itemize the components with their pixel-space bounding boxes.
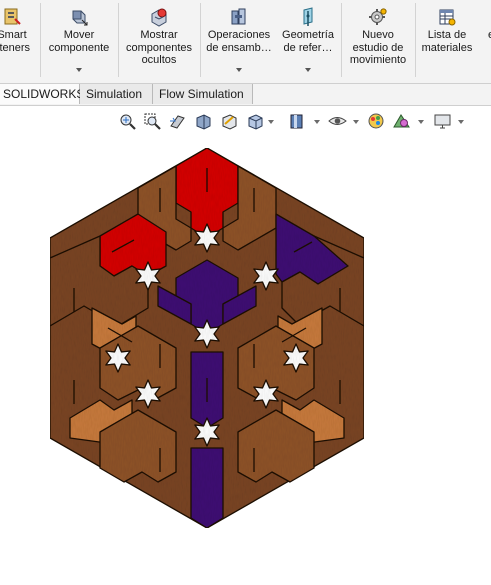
previous-view-icon[interactable] — [168, 112, 187, 131]
reference-geometry-button[interactable]: Geometría de refer… — [276, 0, 340, 80]
command-manager-tabs: SOLIDWORKS Simulation Flow Simulation — [0, 84, 491, 106]
command-manager-ribbon: Smart steners Mover componente Mostrar c… — [0, 0, 491, 84]
section-view-icon[interactable] — [194, 112, 213, 131]
move-component-label: Mover componente — [48, 29, 110, 54]
heads-up-view-toolbar — [0, 110, 491, 134]
ribbon-separator — [40, 3, 41, 77]
chevron-down-icon[interactable] — [268, 120, 274, 124]
bill-of-materials-label: Lista de materiales — [421, 29, 473, 54]
chevron-down-icon[interactable] — [305, 68, 311, 72]
chevron-down-icon[interactable] — [76, 68, 82, 72]
assembly-features-button[interactable]: Operaciones de ensamb… — [202, 0, 276, 80]
graphics-area[interactable] — [0, 136, 491, 585]
reference-geometry-icon — [303, 7, 313, 26]
chevron-down-icon[interactable] — [236, 68, 242, 72]
smart-fasteners-label: Smart steners — [0, 29, 31, 54]
zoom-to-area-icon[interactable] — [143, 112, 162, 131]
dynamic-annotation-icon[interactable] — [220, 112, 239, 131]
hide-show-items-icon[interactable] — [328, 112, 347, 131]
new-motion-study-label: Nuevo estudio de movimiento — [349, 29, 407, 66]
new-motion-study-button[interactable]: Nuevo estudio de movimiento — [343, 0, 413, 80]
display-style-icon[interactable] — [287, 112, 306, 131]
assembly-features-label: Operaciones de ensamb… — [206, 29, 272, 54]
bill-of-materials-button[interactable]: Lista de materiales — [417, 0, 477, 80]
show-hidden-components-label: Mostrar componentes ocultos — [125, 29, 193, 66]
bill-of-materials-icon — [439, 9, 456, 26]
view-settings-icon[interactable] — [433, 112, 452, 131]
view-orientation-icon[interactable] — [246, 112, 265, 131]
clipped-button-icon — [481, 7, 491, 27]
ribbon-separator — [341, 3, 342, 77]
new-motion-study-icon — [369, 8, 387, 25]
assembly-model[interactable] — [48, 148, 366, 528]
show-hidden-components-icon — [151, 8, 167, 27]
chevron-down-icon[interactable] — [314, 120, 320, 124]
chevron-down-icon[interactable] — [353, 120, 359, 124]
show-hidden-components-button[interactable]: Mostrar componentes ocultos — [120, 0, 198, 80]
tab-simulation[interactable]: Simulation — [80, 84, 153, 104]
ribbon-separator — [118, 3, 119, 77]
smart-fasteners-button[interactable]: Smart steners — [0, 0, 38, 80]
assembly-features-icon — [231, 8, 246, 25]
tab-solidworks[interactable]: SOLIDWORKS — [0, 84, 84, 104]
edit-appearance-icon[interactable] — [367, 112, 386, 131]
tab-flow-simulation[interactable]: Flow Simulation — [153, 84, 253, 104]
reference-geometry-label: Geometría de refer… — [282, 29, 334, 54]
clipped-ribbon-button[interactable]: e — [481, 0, 491, 80]
chevron-down-icon[interactable] — [418, 120, 424, 124]
smart-fasteners-icon — [4, 8, 21, 25]
ribbon-separator — [415, 3, 416, 77]
zoom-to-fit-icon[interactable] — [118, 112, 137, 131]
move-component-icon — [72, 10, 88, 26]
ribbon-separator — [200, 3, 201, 77]
apply-scene-icon[interactable] — [392, 112, 411, 131]
purple-piece-bottom[interactable] — [190, 447, 224, 528]
chevron-down-icon[interactable] — [458, 120, 464, 124]
move-component-button[interactable]: Mover componente — [42, 0, 116, 80]
